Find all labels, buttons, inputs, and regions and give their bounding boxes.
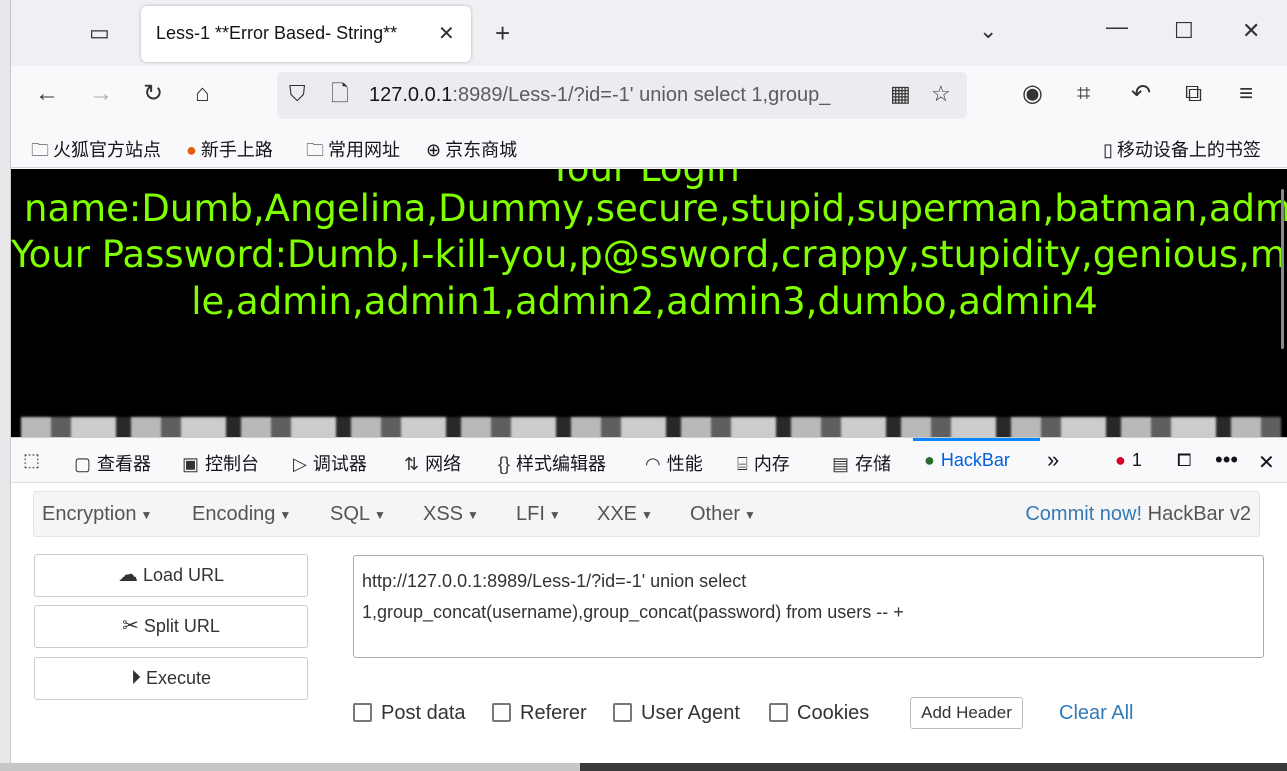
menu-xxe[interactable]: XXE ▼ [597,503,653,526]
tab-inspector[interactable]: ▢ 查看器 [74,450,151,476]
bookmarks-toolbar: 🗀 火狐官方站点 ● 新手上路 🗀 常用网址 ⊕ 京东商城 ▯ 移动设备上的书签 [11,126,1287,168]
split-url-button[interactable]: ✂ Split URL [34,605,308,648]
undo-icon[interactable]: ↶ [1131,82,1151,106]
browser-window: ▭ Less-1 **Error Based- String** ✕ + ⌄ —… [10,0,1287,763]
cookies-checkbox[interactable]: Cookies [769,702,869,725]
bookmark-item[interactable]: 🗀 常用网址 [306,136,400,168]
user-agent-checkbox[interactable]: User Agent [613,702,740,725]
navigation-toolbar: ← → ↻ ⌂ ⛉ 🗋 127.0.0.1:8989/Less-1/?id=-1… [11,66,1287,126]
bookmark-item[interactable]: ⊕ 京东商城 [426,136,517,162]
address-bar[interactable]: ⛉ 🗋 127.0.0.1:8989/Less-1/?id=-1' union … [277,72,967,119]
tab-bar: ▭ Less-1 **Error Based- String** ✕ + ⌄ —… [11,0,1287,66]
error-icon: ● [1115,450,1126,470]
devtools-toolbar: ⬚ ▢ 查看器 ▣ 控制台 ▷ 调试器 ⇅ 网络 {} 样式编辑器 ◠ 性能 ⌸ 内存 ▤ 存储… [11,437,1287,483]
screenshot-crop-icon[interactable]: ⌗ [1077,82,1091,106]
braces-icon: {} [498,454,511,474]
bookmark-item[interactable]: 🗀 火狐官方站点 [31,136,161,168]
tab-debugger[interactable]: ▷ 调试器 [293,450,367,476]
close-window-icon[interactable]: ✕ [1242,20,1260,42]
tab-title: Less-1 **Error Based- String** [156,23,398,43]
menu-other[interactable]: Other ▼ [690,503,756,526]
tab-memory[interactable]: ⌸ 内存 [737,450,790,476]
chevron-down-icon[interactable]: ⌄ [979,20,997,42]
globe-icon: ⊕ [426,140,442,160]
memory-chip-icon: ⌸ [737,454,748,474]
minimize-icon[interactable]: — [1106,16,1128,38]
error-count[interactable]: ● 1 [1115,450,1142,471]
close-devtools-icon[interactable]: ✕ [1258,450,1275,475]
menu-lfi[interactable]: LFI ▼ [516,503,561,526]
tab-performance[interactable]: ◠ 性能 [645,450,703,476]
name-line: name:Dumb,Angelina,Dummy,secure,stupid,s… [24,187,1287,230]
tab-style-editor[interactable]: {} 样式编辑器 [498,450,606,476]
hackbar-version: HackBar v2 [1147,503,1251,525]
tab-network[interactable]: ⇅ 网络 [404,450,461,476]
url-text[interactable]: 127.0.0.1:8989/Less-1/?id=-1' union sele… [369,84,877,107]
forward-icon[interactable]: → [89,82,113,106]
hackbar-icon: ● [924,450,935,470]
page-logo-image [21,417,1281,437]
cloud-download-icon: ☁ [117,564,138,586]
reload-icon[interactable]: ↻ [143,82,163,106]
load-url-button[interactable]: ☁ Load URL [34,554,308,597]
referer-checkbox[interactable]: Referer [492,702,587,725]
clear-all-link[interactable]: Clear All [1059,702,1133,725]
taskbar-strip [0,763,1287,771]
dock-icon[interactable]: ⧠ [1177,450,1191,471]
menu-sql[interactable]: SQL ▼ [330,503,386,526]
tab-storage[interactable]: ▤ 存储 [832,450,891,476]
add-header-button[interactable]: Add Header [910,697,1023,729]
hackbar-url-input[interactable]: http://127.0.0.1:8989/Less-1/?id=-1' uni… [353,555,1264,658]
tab-close-icon[interactable]: ✕ [438,21,455,46]
commit-now-link[interactable]: Commit now! HackBar v2 [1025,503,1251,526]
console-icon: ▣ [182,454,200,474]
inspector-icon: ▢ [74,454,92,474]
play-circle-icon: ⏵ [130,667,141,689]
home-icon[interactable]: ⌂ [195,82,210,106]
shield-icon[interactable]: ⛉ [289,83,306,105]
hackbar-tab-indicator [913,438,1040,441]
firefox-icon: ● [186,140,197,160]
element-picker-icon[interactable]: ⬚ [23,450,46,471]
maximize-icon[interactable]: ☐ [1174,20,1194,42]
folder-icon: 🗀 [31,140,49,160]
tab-console[interactable]: ▣ 控制台 [182,450,259,476]
page-content: Your Login name:Dumb,Angelina,Dummy,secu… [11,169,1287,437]
debugger-icon: ▷ [293,454,307,474]
execute-button[interactable]: ⏵ Execute [34,657,308,700]
hackbar-menu-bar: Encryption ▼ Encoding ▼ SQL ▼ XSS ▼ LFI ▼ XXE… [33,491,1260,537]
password-line-1: Your Password:Dumb,I-kill-you,p@ssword,c… [11,233,1287,276]
account-icon[interactable]: ◉ [1022,82,1043,106]
hackbar-panel: Encryption ▼ Encoding ▼ SQL ▼ XSS ▼ LFI ▼ XXE… [11,483,1287,763]
post-data-checkbox[interactable]: Post data [353,702,466,725]
menu-encryption[interactable]: Encryption ▼ [42,503,152,526]
menu-encoding[interactable]: Encoding ▼ [192,503,291,526]
background-window-strip [0,0,10,771]
menu-icon[interactable]: ≡ [1239,82,1253,106]
tab-active[interactable]: Less-1 **Error Based- String** ✕ [141,6,471,62]
network-icon: ⇅ [404,454,420,474]
back-icon[interactable]: ← [35,82,59,106]
extensions-icon[interactable]: ⧉ [1185,82,1202,106]
page-scrollbar[interactable] [1281,189,1284,349]
qr-code-icon[interactable]: ▦ [890,83,911,105]
tab-hackbar[interactable]: ● HackBar [924,450,1010,471]
bookmark-item[interactable]: ● 新手上路 [186,136,273,162]
folder-icon: 🗀 [306,140,324,160]
mobile-bookmarks[interactable]: ▯ 移动设备上的书签 [1103,136,1261,162]
mobile-icon: ▯ [1103,140,1113,160]
page-icon[interactable]: 🗋 [331,83,349,105]
storage-icon: ▤ [832,454,850,474]
more-options-icon[interactable]: ••• [1215,447,1238,473]
new-tab-icon[interactable]: + [495,20,510,46]
scissors-icon: ✂ [122,615,139,637]
gauge-icon: ◠ [645,454,661,474]
more-tabs-icon[interactable]: » [1047,447,1059,473]
password-line-2: le,admin,admin1,admin2,admin3,dumbo,admi… [191,280,1098,323]
tab-list-icon[interactable]: ▭ [89,22,110,44]
menu-xss[interactable]: XSS ▼ [423,503,479,526]
bookmark-star-icon[interactable]: ☆ [931,83,951,105]
